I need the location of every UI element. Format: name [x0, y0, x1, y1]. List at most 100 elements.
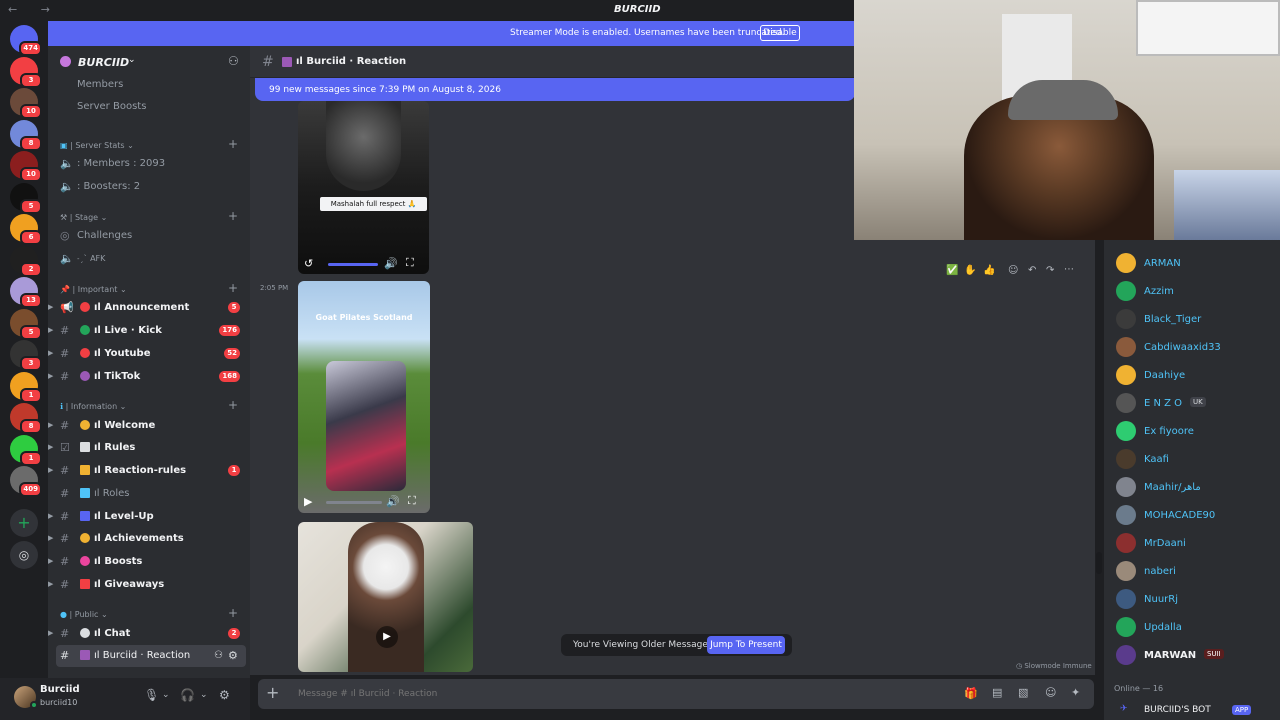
server-icon[interactable]: 10 [10, 151, 42, 182]
member-item[interactable]: MARWAN SUII [1104, 641, 1280, 669]
category-stage[interactable]: ⚒ | Stage ⌄ [60, 213, 107, 222]
member-item[interactable]: Ex fiyoore [1104, 417, 1280, 445]
fullscreen-icon[interactable]: ⛶ [408, 494, 416, 508]
channel-youtube[interactable]: ▶ # ıl Youtube 52 [48, 343, 250, 365]
member-item[interactable]: MOHACADE90 [1104, 501, 1280, 529]
channel-achievements[interactable]: ▶ # ıl Achievements [48, 528, 250, 550]
add-channel-icon[interactable]: + [228, 606, 238, 620]
add-channel-icon[interactable]: + [228, 281, 238, 295]
channel-burciid-reaction[interactable]: # ıl Burciid · Reaction ⚇ ⚙ [56, 645, 246, 667]
add-channel-icon[interactable]: + [228, 137, 238, 151]
microphone-icon[interactable]: 🎙 [144, 688, 159, 702]
forward-icon[interactable]: ↷ [1046, 265, 1054, 276]
server-icon[interactable]: 8 [10, 403, 42, 434]
apps-icon[interactable]: ✦ [1071, 686, 1080, 699]
gear-icon[interactable]: ⚙ [228, 649, 238, 662]
server-icon[interactable]: 3 [10, 340, 42, 371]
replay-icon[interactable]: ↺ [304, 257, 313, 270]
member-item[interactable]: Updalla [1104, 613, 1280, 641]
server-icon[interactable]: 10 [10, 88, 42, 119]
member-item[interactable]: Daahiye [1104, 361, 1280, 389]
member-item[interactable]: Black_Tiger [1104, 305, 1280, 333]
member-item[interactable]: Azzim [1104, 277, 1280, 305]
channel-welcome[interactable]: ▶ # ıl Welcome [48, 415, 250, 437]
add-channel-icon[interactable]: + [228, 398, 238, 412]
thumbs-up-icon[interactable]: 👍 [983, 265, 995, 276]
sidebar-item-members[interactable]: Members [48, 74, 250, 96]
add-channel-icon[interactable]: + [228, 209, 238, 223]
gif-icon[interactable]: ▤ [992, 686, 1002, 699]
category-important[interactable]: 📌 | Important ⌄ [60, 285, 127, 294]
emoji-icon[interactable]: ☺ [1045, 686, 1056, 699]
channel-giveaways[interactable]: ▶ # ıl Giveaways [48, 574, 250, 596]
volume-icon[interactable]: 🔊 [386, 495, 400, 508]
new-messages-bar[interactable]: 99 new messages since 7:39 PM on August … [255, 78, 855, 101]
server-icon[interactable]: 409 [10, 466, 42, 497]
member-item[interactable]: Maahir/ماهر [1104, 473, 1280, 501]
video-progress[interactable] [326, 501, 382, 504]
channel-afk[interactable]: 🔈 ˗ˏˋ AFK [48, 248, 250, 270]
server-icon[interactable]: 1 [10, 434, 42, 466]
category-server-stats[interactable]: ▣ | Server Stats ⌄ [60, 141, 134, 150]
add-server-icon[interactable]: + [10, 509, 38, 537]
video-progress[interactable] [328, 263, 378, 266]
message-input[interactable] [298, 685, 898, 703]
channel-rules[interactable]: ▶ ☑ ıl Rules [48, 437, 250, 459]
volume-icon[interactable]: 🔊 [384, 257, 398, 270]
invite-icon[interactable]: ⚇ [214, 650, 223, 661]
more-icon[interactable]: ⋯ [1064, 264, 1074, 275]
channel-members-count[interactable]: 🔈 ꞉ Members : 2093 [48, 153, 250, 175]
jump-to-present-button[interactable]: Jump To Present [707, 636, 785, 654]
video-attachment[interactable]: Goat Pilates Scotland ▶ 🔊 ⛶ [298, 281, 430, 513]
sticker-icon[interactable]: ▧ [1018, 686, 1028, 699]
server-icon[interactable]: 5 [10, 308, 42, 340]
chevron-down-icon[interactable]: ⌄ [162, 690, 170, 700]
check-reaction-icon[interactable]: ✅ [946, 265, 958, 276]
channel-level-up[interactable]: ▶ # ıl Level-Up [48, 506, 250, 528]
channel-announcement[interactable]: ▶ 📢 ıl Announcement 5 [48, 297, 250, 319]
play-icon[interactable]: ▶ [376, 626, 398, 648]
channel-roles[interactable]: # ıl Roles [48, 483, 250, 505]
disable-button[interactable]: Disable [760, 25, 800, 41]
member-item[interactable]: Cabdiwaaxid33 [1104, 333, 1280, 361]
member-item[interactable]: ARMAN [1104, 249, 1280, 277]
server-icon[interactable]: 1 [10, 371, 42, 403]
channel-live-kick[interactable]: ▶ # ıl Live · Kick 176 [48, 320, 250, 342]
category-information[interactable]: ℹ | Information ⌄ [60, 402, 126, 411]
add-member-icon[interactable]: ⚇ [228, 54, 239, 68]
add-reaction-icon[interactable]: ☺ [1008, 265, 1018, 276]
discover-icon[interactable]: ◎ [10, 541, 38, 569]
server-icon[interactable]: 8 [10, 119, 42, 151]
gift-icon[interactable]: 🎁 [964, 687, 978, 700]
reply-icon[interactable]: ↶ [1028, 265, 1036, 276]
channel-tiktok[interactable]: ▶ # ıl TikTok 168 [48, 366, 250, 388]
channel-boosters[interactable]: 🔈 ꞉ Boosters: 2 [48, 176, 250, 198]
server-icon[interactable]: 6 [10, 214, 42, 245]
nav-arrows[interactable]: ← → [8, 3, 60, 16]
fullscreen-icon[interactable]: ⛶ [406, 256, 414, 270]
category-public[interactable]: ● | Public ⌄ [60, 610, 108, 619]
member-item[interactable]: E N Z O UK [1104, 389, 1280, 417]
member-item[interactable]: NuurRj [1104, 585, 1280, 613]
gear-icon[interactable]: ⚙ [219, 688, 230, 702]
server-icon[interactable]: 13 [10, 277, 42, 308]
wave-reaction-icon[interactable]: ✋ [964, 265, 976, 276]
chevron-down-icon[interactable]: ⌄ [200, 690, 208, 700]
server-icon[interactable]: 3 [10, 56, 42, 88]
play-icon[interactable]: ▶ [304, 495, 312, 508]
member-item[interactable]: naberi [1104, 557, 1280, 585]
headphones-icon[interactable]: 🎧 [180, 688, 195, 702]
channel-chat[interactable]: ▶ # ıl Chat 2 [48, 623, 250, 645]
attach-plus-icon[interactable]: + [266, 683, 279, 702]
video-attachment[interactable]: ▶ [298, 522, 473, 672]
server-icon[interactable]: 5 [10, 182, 42, 214]
server-icon[interactable]: 2 [10, 245, 42, 277]
member-item[interactable]: Kaafi [1104, 445, 1280, 473]
channel-boosts[interactable]: ▶ # ıl Boosts [48, 551, 250, 573]
channel-reaction-rules[interactable]: ▶ # ıl Reaction-rules 1 [48, 460, 250, 482]
member-item[interactable]: MrDaani [1104, 529, 1280, 557]
video-attachment[interactable]: Mashalah full respect 🙏 ↺ 🔊 ⛶ [298, 101, 429, 274]
scrollbar[interactable] [1096, 552, 1102, 574]
member-item-bot[interactable]: ✈ BURCIID'S BOT APP [1104, 700, 1280, 720]
sidebar-item-server-boosts[interactable]: Server Boosts [48, 96, 250, 118]
